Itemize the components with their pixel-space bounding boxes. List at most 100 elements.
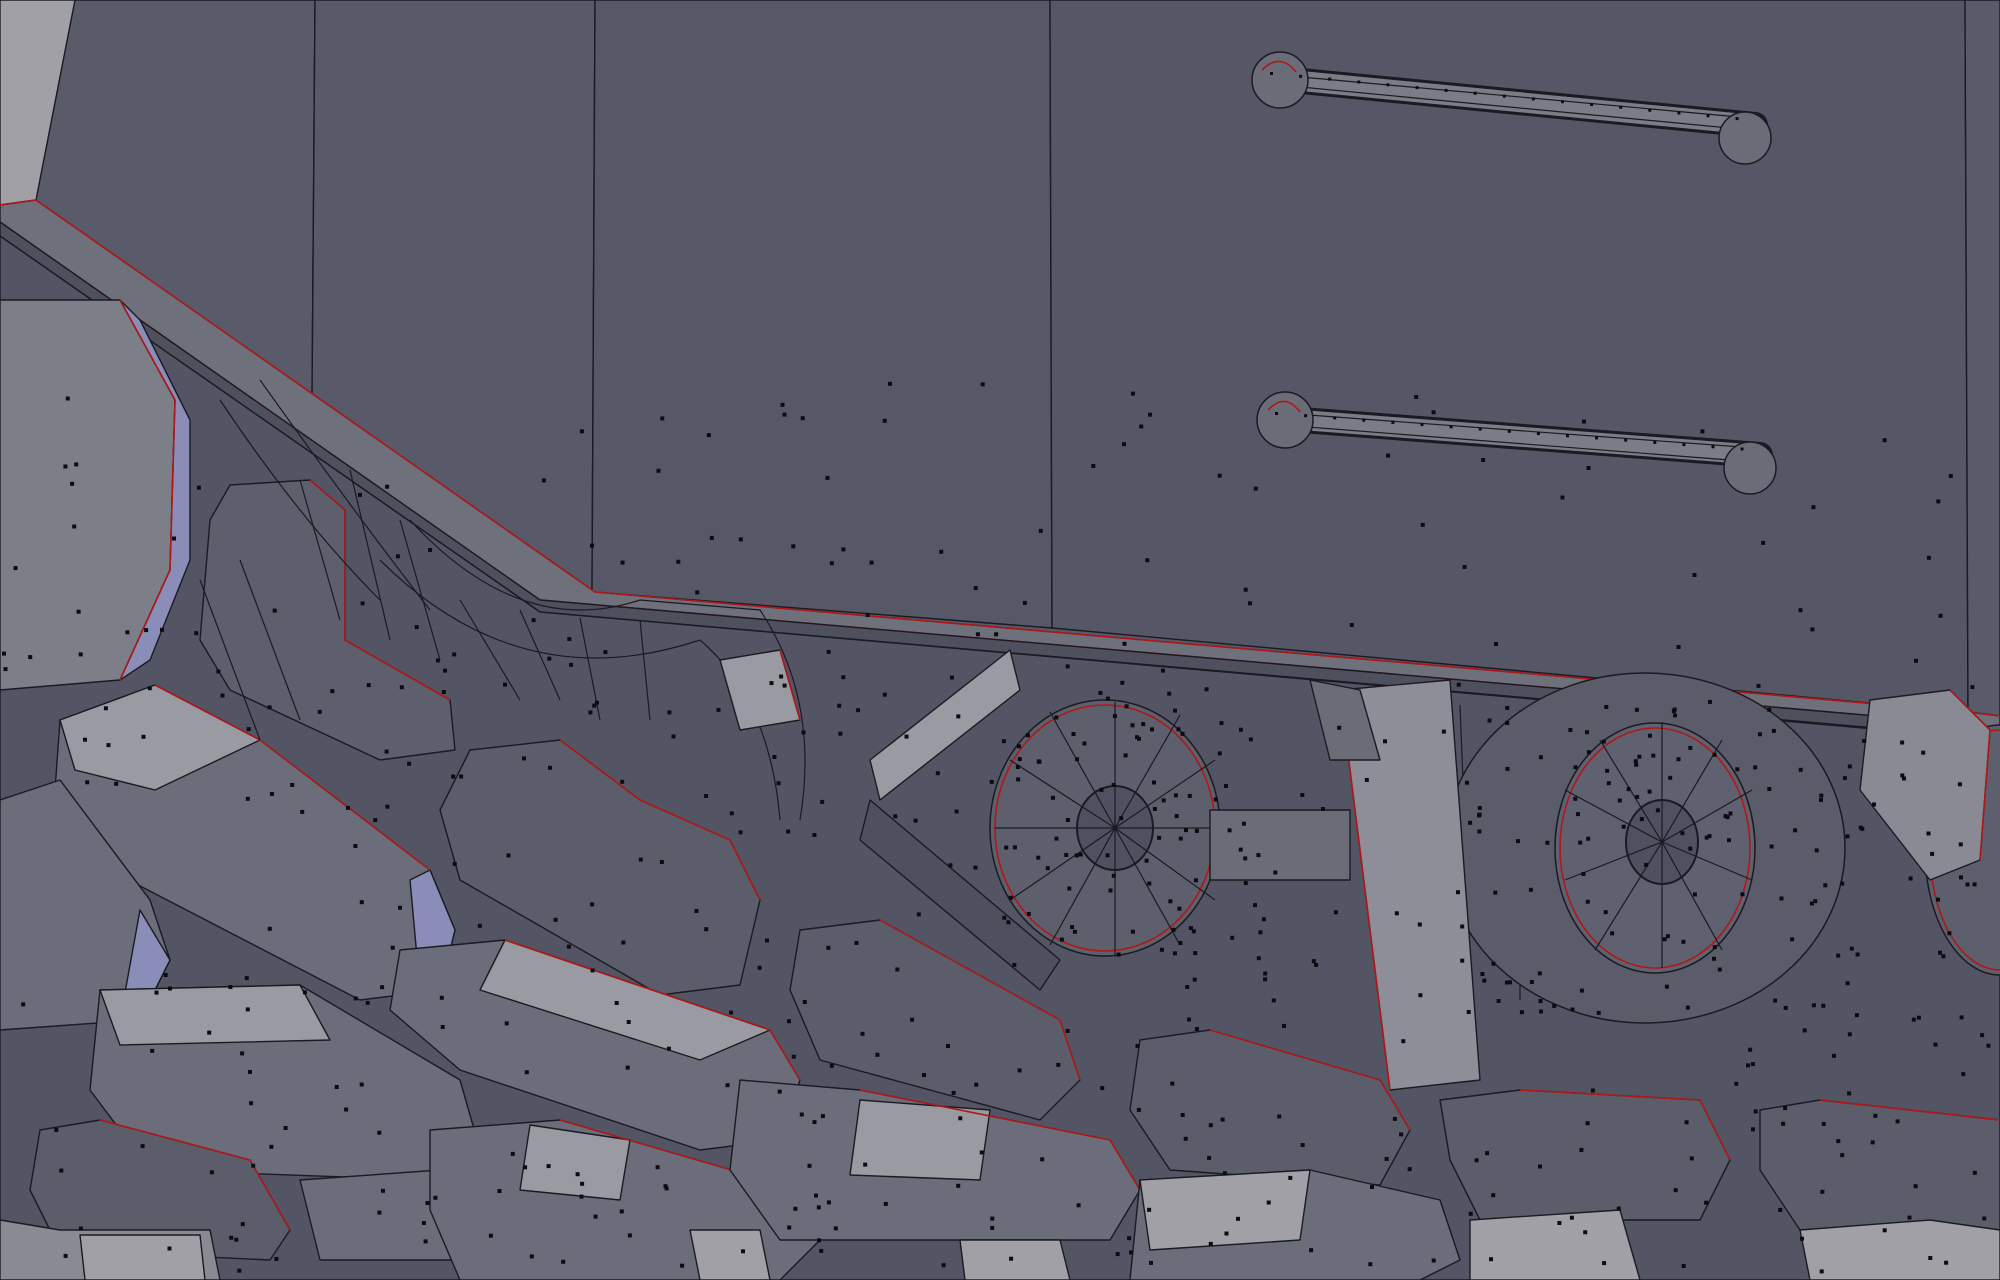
- vertex-dot[interactable]: [1708, 699, 1712, 704]
- vertex-dot[interactable]: [150, 1048, 155, 1053]
- vertex-dot[interactable]: [267, 705, 272, 710]
- vertex-dot[interactable]: [1394, 911, 1399, 916]
- vertex-dot[interactable]: [860, 1031, 865, 1036]
- vertex-dot[interactable]: [1579, 1147, 1584, 1152]
- vertex-dot[interactable]: [63, 1253, 68, 1258]
- vertex-dot[interactable]: [1882, 1228, 1887, 1233]
- vertex-dot[interactable]: [1204, 687, 1209, 692]
- vertex-dot[interactable]: [1811, 505, 1816, 510]
- vertex-dot[interactable]: [1505, 766, 1510, 771]
- vertex-dot[interactable]: [1536, 432, 1540, 435]
- vertex-dot[interactable]: [1119, 816, 1124, 821]
- vertex-dot[interactable]: [488, 1233, 493, 1238]
- vertex-dot[interactable]: [1855, 952, 1860, 957]
- vertex-dot[interactable]: [1256, 853, 1261, 858]
- vertex-dot[interactable]: [1401, 1039, 1406, 1044]
- vertex-dot[interactable]: [593, 1214, 598, 1219]
- vertex-dot[interactable]: [1017, 757, 1022, 762]
- vertex-dot[interactable]: [1621, 824, 1626, 829]
- vertex-dot[interactable]: [1648, 733, 1652, 738]
- vertex-dot[interactable]: [1065, 1028, 1070, 1033]
- vertex-dot[interactable]: [1601, 739, 1606, 744]
- vertex-dot[interactable]: [566, 944, 571, 949]
- vertex-dot[interactable]: [1120, 680, 1125, 685]
- vertex-dot[interactable]: [1980, 1033, 1985, 1038]
- vertex-dot[interactable]: [1311, 959, 1316, 964]
- vertex-dot[interactable]: [1740, 892, 1745, 897]
- vertex-dot[interactable]: [1248, 601, 1252, 606]
- vertex-dot[interactable]: [1873, 1113, 1878, 1118]
- vertex-dot[interactable]: [973, 865, 978, 870]
- vertex-dot[interactable]: [1872, 802, 1876, 807]
- vertex-dot[interactable]: [1651, 753, 1656, 758]
- vertex-dot[interactable]: [1001, 739, 1006, 744]
- vertex-dot[interactable]: [1051, 795, 1055, 800]
- vertex-dot[interactable]: [1145, 558, 1150, 563]
- vertex-dot[interactable]: [1256, 956, 1261, 961]
- vertex-dot[interactable]: [1585, 730, 1589, 735]
- vertex-dot[interactable]: [1590, 103, 1594, 106]
- vertex-dot[interactable]: [1783, 1106, 1788, 1111]
- vertex-dot[interactable]: [1728, 811, 1733, 816]
- vertex-dot[interactable]: [1157, 835, 1162, 840]
- vertex-dot[interactable]: [229, 1235, 234, 1240]
- vertex-dot[interactable]: [531, 618, 536, 623]
- vertex-dot[interactable]: [1045, 866, 1050, 871]
- vertex-dot[interactable]: [103, 706, 108, 711]
- vertex-dot[interactable]: [1907, 1215, 1912, 1220]
- vertex-dot[interactable]: [1570, 1007, 1575, 1012]
- vertex-dot[interactable]: [1188, 926, 1193, 931]
- vertex-dot[interactable]: [1056, 1062, 1061, 1067]
- vertex-dot[interactable]: [1581, 419, 1586, 424]
- vertex-dot[interactable]: [380, 985, 385, 990]
- vertex-dot[interactable]: [1194, 1027, 1199, 1031]
- vertex-dot[interactable]: [1273, 870, 1278, 875]
- vertex-dot[interactable]: [1478, 427, 1482, 431]
- vertex-dot[interactable]: [234, 1237, 239, 1242]
- vertex-dot[interactable]: [1364, 777, 1369, 782]
- vertex-dot[interactable]: [377, 1130, 382, 1135]
- vertex-dot[interactable]: [1444, 88, 1448, 92]
- vertex-dot[interactable]: [1477, 829, 1482, 834]
- vertex-dot[interactable]: [85, 780, 90, 785]
- vertex-dot[interactable]: [1185, 985, 1190, 989]
- vertex-dot[interactable]: [676, 559, 681, 564]
- vertex-dot[interactable]: [1569, 1215, 1574, 1220]
- track-link-20[interactable]: [689, 1229, 771, 1280]
- vertex-dot[interactable]: [1639, 817, 1644, 822]
- vertex-dot[interactable]: [973, 586, 978, 591]
- vertex-dot[interactable]: [1735, 117, 1739, 121]
- vertex-dot[interactable]: [1261, 917, 1266, 922]
- vertex-dot[interactable]: [1756, 683, 1761, 688]
- vertex-dot[interactable]: [1604, 705, 1609, 709]
- vertex-dot[interactable]: [1178, 941, 1183, 945]
- vertex-dot[interactable]: [1576, 812, 1580, 817]
- vertex-dot[interactable]: [1222, 1171, 1227, 1176]
- vertex-dot[interactable]: [958, 1116, 963, 1121]
- vertex-dot[interactable]: [974, 1082, 979, 1087]
- vertex-dot[interactable]: [704, 794, 709, 798]
- vertex-dot[interactable]: [21, 1002, 26, 1007]
- vertex-dot[interactable]: [381, 1188, 385, 1193]
- vertex-dot[interactable]: [1012, 962, 1017, 967]
- vertex-dot[interactable]: [1399, 1132, 1404, 1137]
- vertex-dot[interactable]: [1965, 882, 1970, 887]
- vertex-dot[interactable]: [1508, 980, 1512, 985]
- vertex-dot[interactable]: [1161, 668, 1165, 673]
- vertex-dot[interactable]: [1230, 935, 1235, 940]
- vertex-dot[interactable]: [1139, 424, 1144, 429]
- vertex-dot[interactable]: [1040, 1157, 1045, 1162]
- vertex-dot[interactable]: [433, 1195, 438, 1200]
- vertex-dot[interactable]: [83, 737, 87, 742]
- vertex-dot[interactable]: [590, 543, 594, 548]
- vertex-dot[interactable]: [1634, 762, 1639, 767]
- vertex-dot[interactable]: [829, 1063, 834, 1068]
- vertex-dot[interactable]: [1173, 793, 1178, 798]
- vertex-dot[interactable]: [716, 707, 721, 712]
- vertex-dot[interactable]: [1959, 875, 1963, 880]
- vertex-dot[interactable]: [1122, 641, 1127, 646]
- vertex-dot[interactable]: [1468, 1211, 1473, 1216]
- vertex-dot[interactable]: [248, 1069, 252, 1074]
- vertex-dot[interactable]: [816, 1205, 821, 1210]
- vertex-dot[interactable]: [882, 692, 887, 697]
